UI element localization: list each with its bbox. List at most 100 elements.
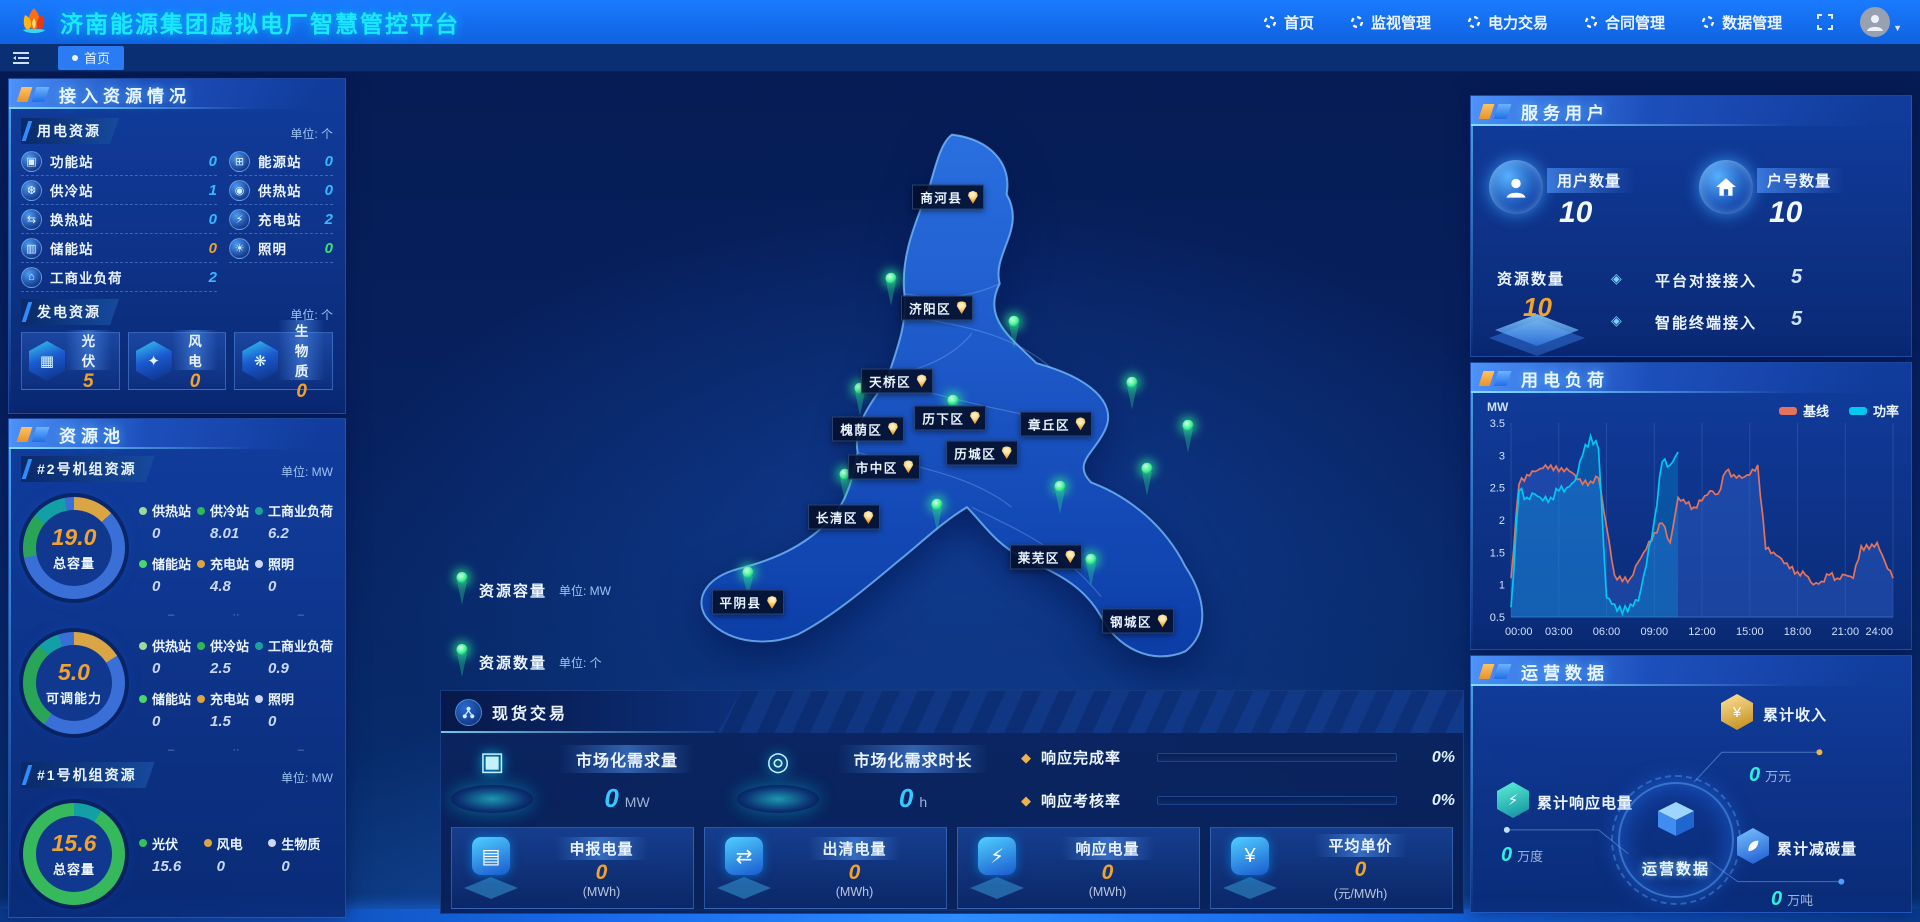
generate-resource-cards: ▦光伏5✦风电0❋生物质0 bbox=[21, 332, 333, 390]
accent-blue bbox=[32, 427, 50, 442]
storage-station-icon: ▥ bbox=[21, 238, 42, 259]
heating-station-icon: ◉ bbox=[229, 180, 250, 201]
donut-label: 总容量 bbox=[53, 553, 95, 572]
legend-dot-icon bbox=[139, 839, 147, 847]
response-energy-value: 0万度 bbox=[1501, 844, 1543, 867]
resource-row: ⇆换热站0 bbox=[21, 205, 217, 234]
resource-row: ☀照明0 bbox=[229, 234, 333, 263]
tab-spot-trading[interactable]: 现货交易 bbox=[441, 691, 741, 733]
panel-header: 用电负荷 bbox=[1471, 363, 1911, 393]
avg-price-icon: ¥ bbox=[1221, 835, 1279, 901]
nav-item-2[interactable]: 监视管理 bbox=[1350, 12, 1431, 33]
donut-chart: 19.0总容量 bbox=[23, 497, 125, 599]
avatar[interactable] bbox=[1860, 7, 1890, 37]
nav-item-1[interactable]: 首页 bbox=[1263, 12, 1314, 33]
account-count-label: 户号数量 bbox=[1757, 168, 1845, 193]
gen-card-name: 生物质 bbox=[278, 320, 325, 380]
clearing-energy-icon: ⇄ bbox=[715, 835, 773, 901]
nav-item-5[interactable]: 数据管理 bbox=[1701, 12, 1782, 33]
panel-title: 运营数据 bbox=[1521, 659, 1609, 684]
pool-group-header: #2号机组资源单位: MW bbox=[21, 456, 333, 482]
pool-group-tag: #1号机组资源 bbox=[21, 762, 155, 788]
spot-tab-label: 现货交易 bbox=[492, 700, 568, 724]
district-marker[interactable]: 商河县 bbox=[912, 185, 984, 210]
accent-orange bbox=[17, 427, 33, 442]
resource-value: 0 bbox=[209, 153, 217, 170]
svg-text:06:00: 06:00 bbox=[1593, 626, 1621, 638]
district-marker[interactable]: 济阳区 bbox=[901, 295, 973, 320]
resource-count-value: 10 bbox=[1523, 292, 1552, 323]
resource-name: 供冷站 bbox=[50, 180, 94, 200]
legend-item: 生物质 0 bbox=[268, 834, 333, 875]
tab-home[interactable]: 首页 bbox=[58, 46, 124, 70]
fullscreen-icon[interactable] bbox=[1816, 13, 1834, 31]
market-demand-label: 市场化需求量 bbox=[560, 745, 694, 773]
resource-row: ⊞能源站0 bbox=[229, 147, 333, 176]
district-marker[interactable]: 平阴县 bbox=[711, 590, 783, 615]
panel-resource-pool: 资源池 #2号机组资源单位: MW19.0总容量供热站0供冷站8.01工商业负荷… bbox=[8, 418, 346, 918]
district-marker[interactable]: 长清区 bbox=[808, 505, 880, 530]
svg-text:MW: MW bbox=[1487, 400, 1509, 414]
legend-dot-icon bbox=[255, 560, 263, 568]
platform-access-value: 5 bbox=[1791, 266, 1802, 289]
legend-dot-icon bbox=[139, 507, 147, 515]
district-marker[interactable]: 槐荫区 bbox=[832, 416, 904, 441]
map-pin-icon bbox=[1075, 417, 1086, 430]
diamond-icon: ◆ bbox=[1021, 750, 1031, 766]
nav-item-3[interactable]: 电力交易 bbox=[1467, 12, 1548, 33]
resource-value: 2 bbox=[325, 211, 333, 228]
spot-cards: ▤申报电量0(MWh)⇄出清电量0(MWh)⚡响应电量0(MWh)¥平均单价0(… bbox=[441, 827, 1463, 909]
legend-value: 8.01 bbox=[210, 525, 255, 542]
legend-item: 供热站0 bbox=[139, 636, 197, 677]
map-legend-label: 资源容量 bbox=[479, 580, 547, 601]
diamond-icon: ◈ bbox=[1611, 270, 1622, 287]
diamond-icon: ◆ bbox=[1021, 793, 1031, 809]
district-marker[interactable]: 历下区 bbox=[914, 405, 986, 430]
subsection-generate: 发电资源 bbox=[21, 299, 119, 325]
assessment-rate-bar bbox=[1157, 796, 1397, 805]
resource-name: 功能站 bbox=[50, 151, 94, 171]
gen-card-value: 5 bbox=[65, 371, 112, 393]
user-count-label: 用户数量 bbox=[1547, 168, 1635, 193]
legend-value: 0 bbox=[281, 858, 333, 875]
panel-header: 资源池 bbox=[9, 419, 345, 449]
account-count-badge bbox=[1699, 160, 1753, 214]
legend-item: 供冷站2.5 bbox=[197, 636, 255, 677]
legend-value: 6.2 bbox=[268, 525, 333, 542]
district-marker[interactable]: 莱芜区 bbox=[1010, 544, 1082, 569]
spot-card-title: 响应电量 bbox=[1061, 837, 1153, 860]
resource-beacon-icon bbox=[1140, 462, 1154, 498]
district-marker[interactable]: 历城区 bbox=[946, 440, 1018, 465]
district-name: 历下区 bbox=[922, 408, 964, 427]
panel-header: 运营数据 bbox=[1471, 656, 1911, 686]
district-name: 天桥区 bbox=[869, 371, 911, 390]
district-marker[interactable]: 钢城区 bbox=[1102, 608, 1174, 633]
legend-value: 15.6 bbox=[152, 858, 204, 875]
solar-icon: ▦ bbox=[29, 341, 65, 381]
spot-card-平均单价: ¥平均单价0(元/MWh) bbox=[1210, 827, 1453, 909]
menu-ring-icon bbox=[1263, 15, 1277, 29]
svg-text:2: 2 bbox=[1499, 515, 1505, 527]
resource-value: 0 bbox=[325, 153, 333, 170]
completion-rate-row: ◆ 响应完成率 0% bbox=[1021, 747, 1455, 768]
user-menu[interactable]: ▼ bbox=[1860, 7, 1902, 37]
district-marker[interactable]: 市中区 bbox=[848, 454, 920, 479]
resource-value: 0 bbox=[209, 240, 217, 257]
collapse-sidebar-icon[interactable] bbox=[12, 51, 30, 65]
svg-text:09:00: 09:00 bbox=[1641, 626, 1669, 638]
legend-value: 0 bbox=[152, 525, 197, 542]
nav-item-4[interactable]: 合同管理 bbox=[1584, 12, 1665, 33]
donut-value: 5.0 bbox=[58, 659, 90, 686]
legend-name: 工商业负荷 bbox=[268, 501, 333, 520]
legend-name: 生物质 bbox=[281, 834, 320, 853]
legend-value: 0 bbox=[152, 660, 197, 677]
legend-item: 充电站4.8 bbox=[197, 554, 255, 595]
donut-chart: 15.6总容量 bbox=[23, 803, 125, 905]
district-marker[interactable]: 章丘区 bbox=[1020, 411, 1092, 436]
legend-item: 风电0 bbox=[204, 834, 269, 875]
district-marker[interactable]: 天桥区 bbox=[861, 368, 933, 393]
legend-name: 风电 bbox=[217, 834, 243, 853]
accent-blue bbox=[1494, 664, 1512, 679]
resource-value: 0 bbox=[209, 211, 217, 228]
district-name: 市中区 bbox=[856, 457, 898, 476]
